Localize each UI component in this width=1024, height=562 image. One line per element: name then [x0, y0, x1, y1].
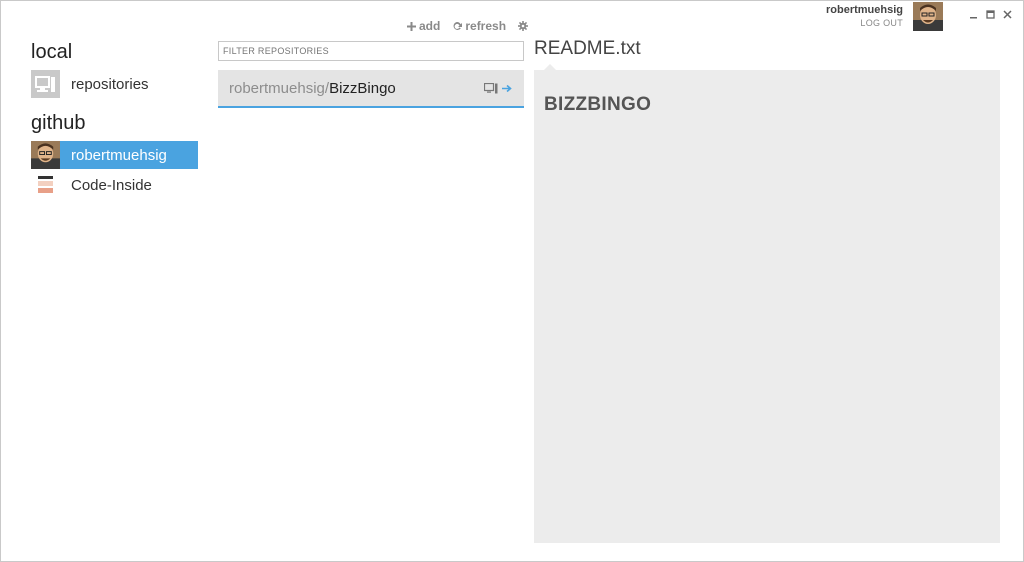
sidebar-item-label: robertmuehsig [71, 146, 167, 164]
sidebar-item-repositories[interactable]: repositories [31, 70, 198, 98]
filter-repositories-input[interactable] [218, 41, 524, 61]
user-avatar-icon [31, 141, 60, 169]
refresh-button[interactable]: refresh [452, 19, 506, 33]
sidebar-item-label: repositories [71, 75, 149, 93]
user-box: robertmuehsig LOG OUT [826, 4, 903, 30]
readme-panel: BIZZBINGO [534, 64, 1000, 543]
settings-button[interactable] [518, 19, 529, 33]
repo-name: BizzBingo [329, 79, 396, 97]
window-controls [968, 9, 1013, 20]
open-arrow-icon[interactable] [502, 84, 512, 93]
repo-actions [484, 83, 512, 94]
sidebar-item-code-inside[interactable]: Code-Inside [31, 171, 198, 199]
toolbar: add refresh [407, 19, 529, 33]
plus-icon [407, 21, 416, 31]
refresh-icon [453, 22, 463, 30]
computer-icon [31, 70, 60, 98]
username: robertmuehsig [825, 4, 903, 16]
close-icon[interactable] [1002, 9, 1013, 20]
avatar[interactable] [913, 2, 943, 31]
repo-owner: robertmuehsig/ [229, 79, 330, 97]
readme-filename: README.txt [534, 38, 641, 59]
clone-to-computer-icon[interactable] [484, 83, 498, 94]
org-logo-icon [31, 171, 60, 199]
minimize-icon[interactable] [968, 9, 979, 20]
sidebar-item-label: Code-Inside [71, 176, 152, 194]
add-label: add [419, 19, 441, 33]
refresh-label: refresh [465, 19, 507, 33]
logout-link[interactable]: LOG OUT [826, 17, 903, 30]
maximize-icon[interactable] [985, 9, 996, 20]
repository-list-item[interactable]: robertmuehsig/BizzBingo [218, 70, 524, 108]
gear-icon [518, 21, 529, 31]
github-heading: github [31, 112, 86, 134]
local-heading: local [31, 41, 73, 63]
app-window: add refresh robertmuehsig LOG OUT local … [0, 0, 1024, 562]
readme-heading: BIZZBINGO [544, 94, 652, 115]
readme-notch [544, 64, 556, 70]
sidebar-item-robertmuehsig[interactable]: robertmuehsig [31, 141, 198, 169]
add-button[interactable]: add [407, 19, 440, 33]
